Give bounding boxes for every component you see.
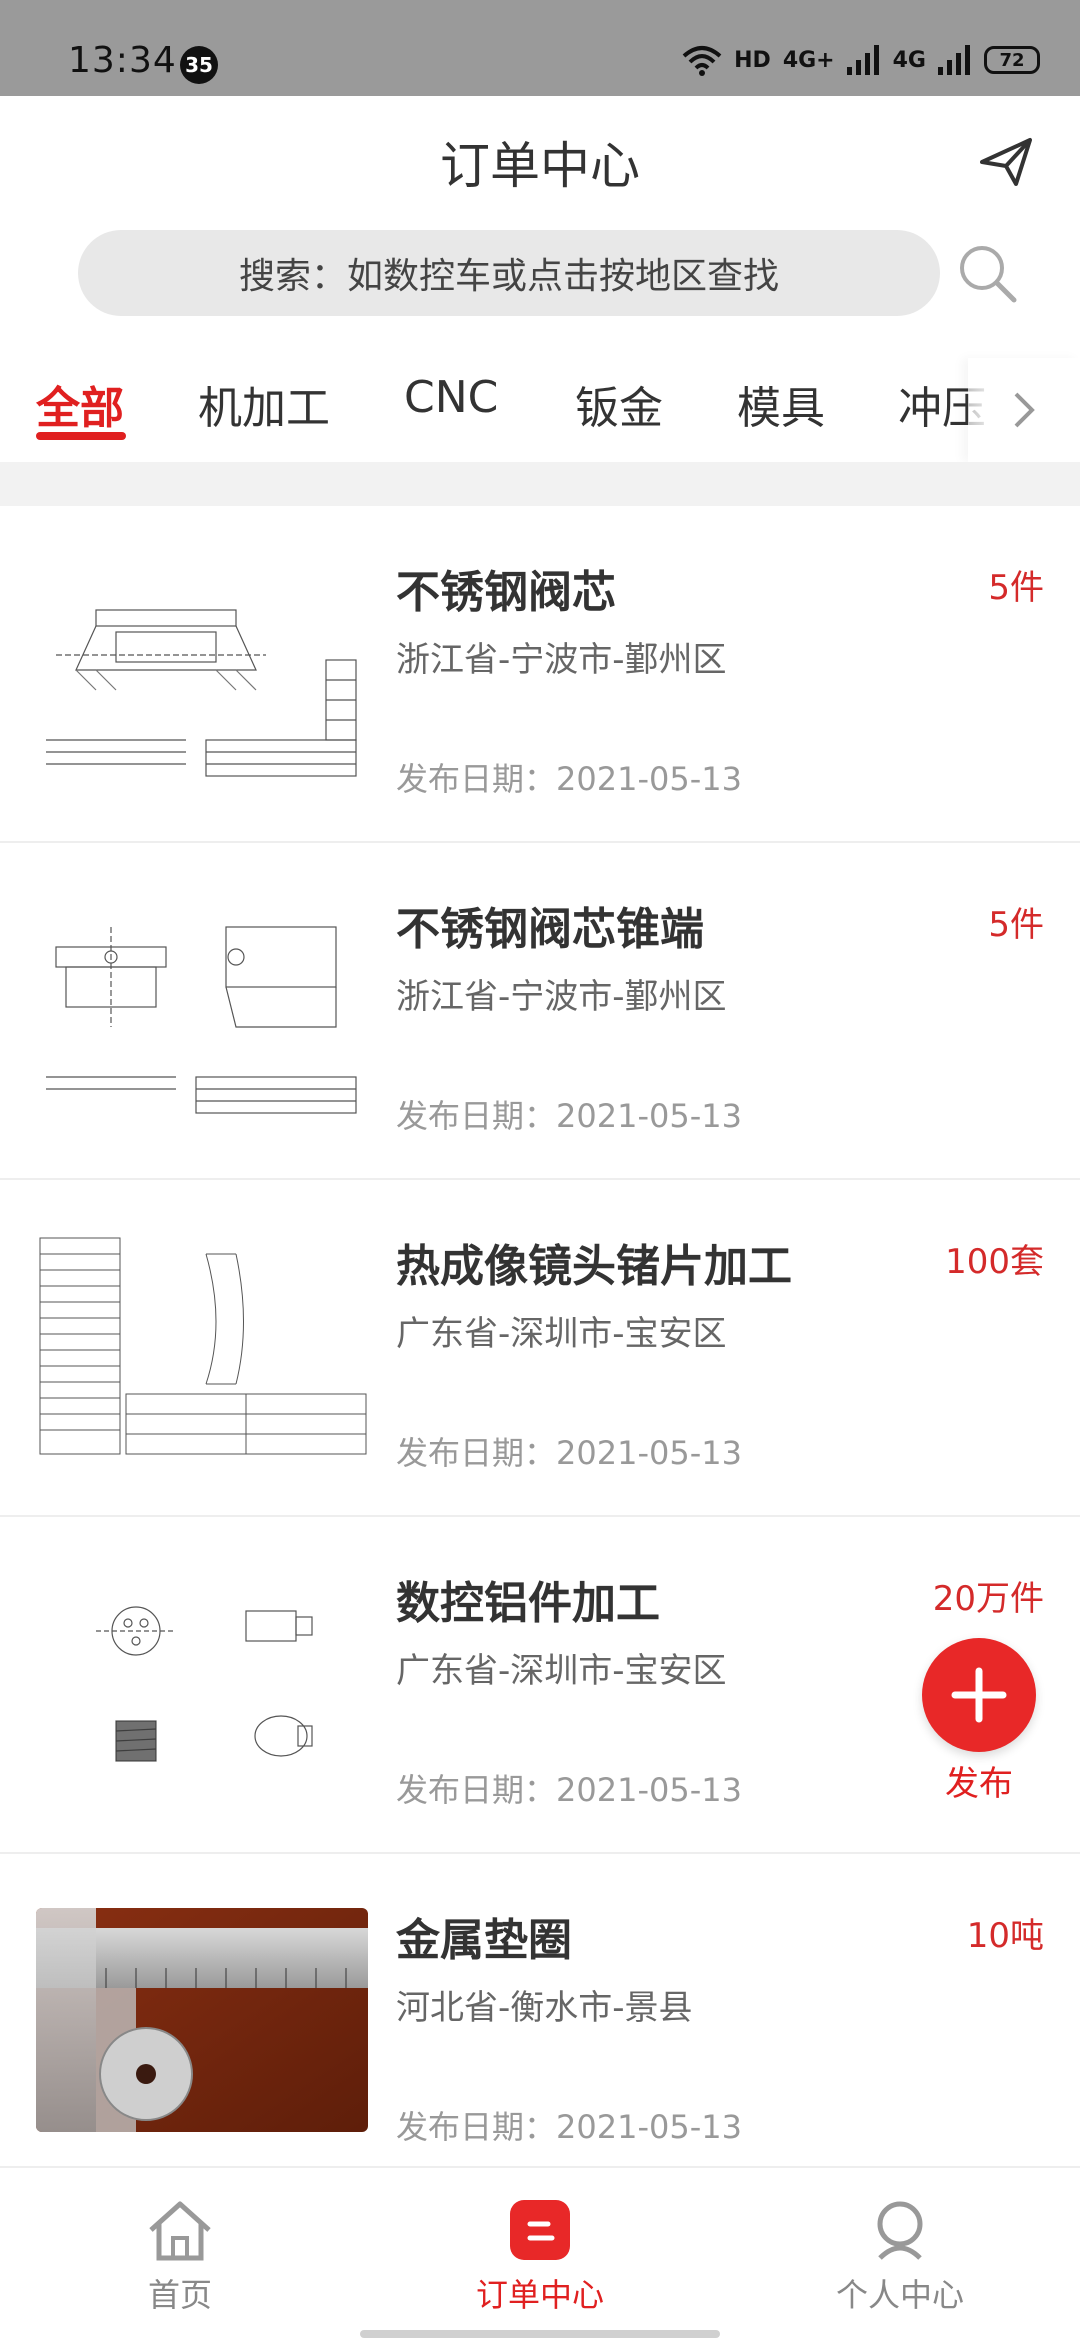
order-title: 热成像镜头锗片加工 <box>396 1241 792 1292</box>
order-quantity: 100套 <box>945 1242 1044 1282</box>
order-title: 不锈钢阀芯 <box>396 567 616 618</box>
order-quantity: 5件 <box>988 905 1044 945</box>
order-quantity: 5件 <box>988 568 1044 608</box>
search-icon[interactable] <box>952 238 1022 308</box>
tab-cnc[interactable]: CNC <box>404 372 498 423</box>
nav-home-label: 首页 <box>147 2276 212 2314</box>
nav-orders-label: 订单中心 <box>475 2276 604 2314</box>
tab-sheet-metal[interactable]: 钣金 <box>575 372 663 436</box>
page-title: 订单中心 <box>440 137 640 195</box>
publish-button[interactable] <box>922 1638 1036 1752</box>
active-tab-indicator <box>36 432 126 440</box>
section-divider <box>0 462 1080 506</box>
status-bar: 13:34 35 HD 4G+ 4G 72 <box>0 0 1080 96</box>
drawing-thumbnail <box>36 560 368 784</box>
drawing-thumbnail <box>36 1571 368 1795</box>
network-4g-plus: 4G+ <box>782 47 835 73</box>
network-4g: 4G <box>892 47 926 73</box>
plus-icon <box>951 1667 1007 1723</box>
list-item[interactable]: 热成像镜头锗片加工 100套 广东省-深圳市-宝安区 发布日期：2021-05-… <box>0 1180 1080 1517</box>
order-date: 发布日期：2021-05-13 <box>396 760 742 798</box>
nav-profile-label: 个人中心 <box>835 2276 964 2314</box>
search-input[interactable]: 搜索：如数控车或点击按地区查找 <box>78 230 940 316</box>
wifi-icon <box>682 46 722 76</box>
order-date: 发布日期：2021-05-13 <box>396 2108 742 2146</box>
orders-icon <box>510 2200 570 2260</box>
profile-icon <box>877 2201 923 2260</box>
hd-indicator: HD <box>734 47 771 73</box>
order-location: 广东省-深圳市-宝安区 <box>396 1651 727 1691</box>
send-icon[interactable] <box>976 132 1036 192</box>
order-title: 金属垫圈 <box>396 1915 572 1966</box>
nav-profile[interactable]: 个人中心 <box>800 2198 1000 2316</box>
list-item[interactable]: 数控铝件加工 20万件 广东省-深圳市-宝安区 发布日期：2021-05-13 <box>0 1517 1080 1854</box>
drawing-thumbnail <box>36 1234 368 1458</box>
notification-count-badge: 35 <box>180 46 218 84</box>
order-date: 发布日期：2021-05-13 <box>396 1097 742 1135</box>
order-quantity: 10吨 <box>966 1916 1044 1956</box>
tab-machining[interactable]: 机加工 <box>198 372 330 436</box>
list-item[interactable]: 不锈钢阀芯锥端 5件 浙江省-宁波市-鄞州区 发布日期：2021-05-13 <box>0 843 1080 1180</box>
list-item[interactable]: 不锈钢阀芯 5件 浙江省-宁波市-鄞州区 发布日期：2021-05-13 <box>0 506 1080 843</box>
category-tabs: 全部 机加工 CNC 钣金 模具 冲压 <box>0 350 1080 462</box>
home-icon <box>149 2201 211 2261</box>
tab-mold[interactable]: 模具 <box>737 372 825 436</box>
signal-icon-2 <box>938 45 970 75</box>
battery-icon: 72 <box>984 46 1040 74</box>
product-photo <box>36 1908 368 2132</box>
status-indicators: HD 4G+ 4G 72 <box>682 44 1040 76</box>
order-quantity: 20万件 <box>932 1579 1044 1619</box>
home-indicator <box>360 2330 720 2338</box>
order-location: 浙江省-宁波市-鄞州区 <box>396 640 727 680</box>
order-location: 浙江省-宁波市-鄞州区 <box>396 977 727 1017</box>
order-location: 河北省-衡水市-景县 <box>396 1988 693 2028</box>
order-title: 数控铝件加工 <box>396 1578 660 1629</box>
order-title: 不锈钢阀芯锥端 <box>396 904 704 955</box>
order-list: 不锈钢阀芯 5件 浙江省-宁波市-鄞州区 发布日期：2021-05-13 不锈钢… <box>0 506 1080 2191</box>
order-date: 发布日期：2021-05-13 <box>396 1434 742 1472</box>
signal-icon <box>846 45 879 75</box>
nav-home[interactable]: 首页 <box>80 2198 280 2316</box>
tabs-scroll-right-button[interactable] <box>968 358 1080 462</box>
tab-all[interactable]: 全部 <box>36 372 124 436</box>
order-date: 发布日期：2021-05-13 <box>396 1771 742 1809</box>
order-location: 广东省-深圳市-宝安区 <box>396 1314 727 1354</box>
chevron-right-icon <box>1014 392 1035 428</box>
header: 订单中心 <box>0 96 1080 224</box>
drawing-thumbnail <box>36 897 368 1121</box>
publish-label[interactable]: 发布 <box>922 1756 1036 1805</box>
list-item[interactable]: 金属垫圈 10吨 河北省-衡水市-景县 发布日期：2021-05-13 <box>0 1854 1080 2191</box>
nav-orders[interactable]: 订单中心 <box>440 2198 640 2316</box>
status-time: 13:34 <box>68 40 177 81</box>
bottom-navigation: 首页 订单中心 个人中心 <box>0 2166 1080 2340</box>
